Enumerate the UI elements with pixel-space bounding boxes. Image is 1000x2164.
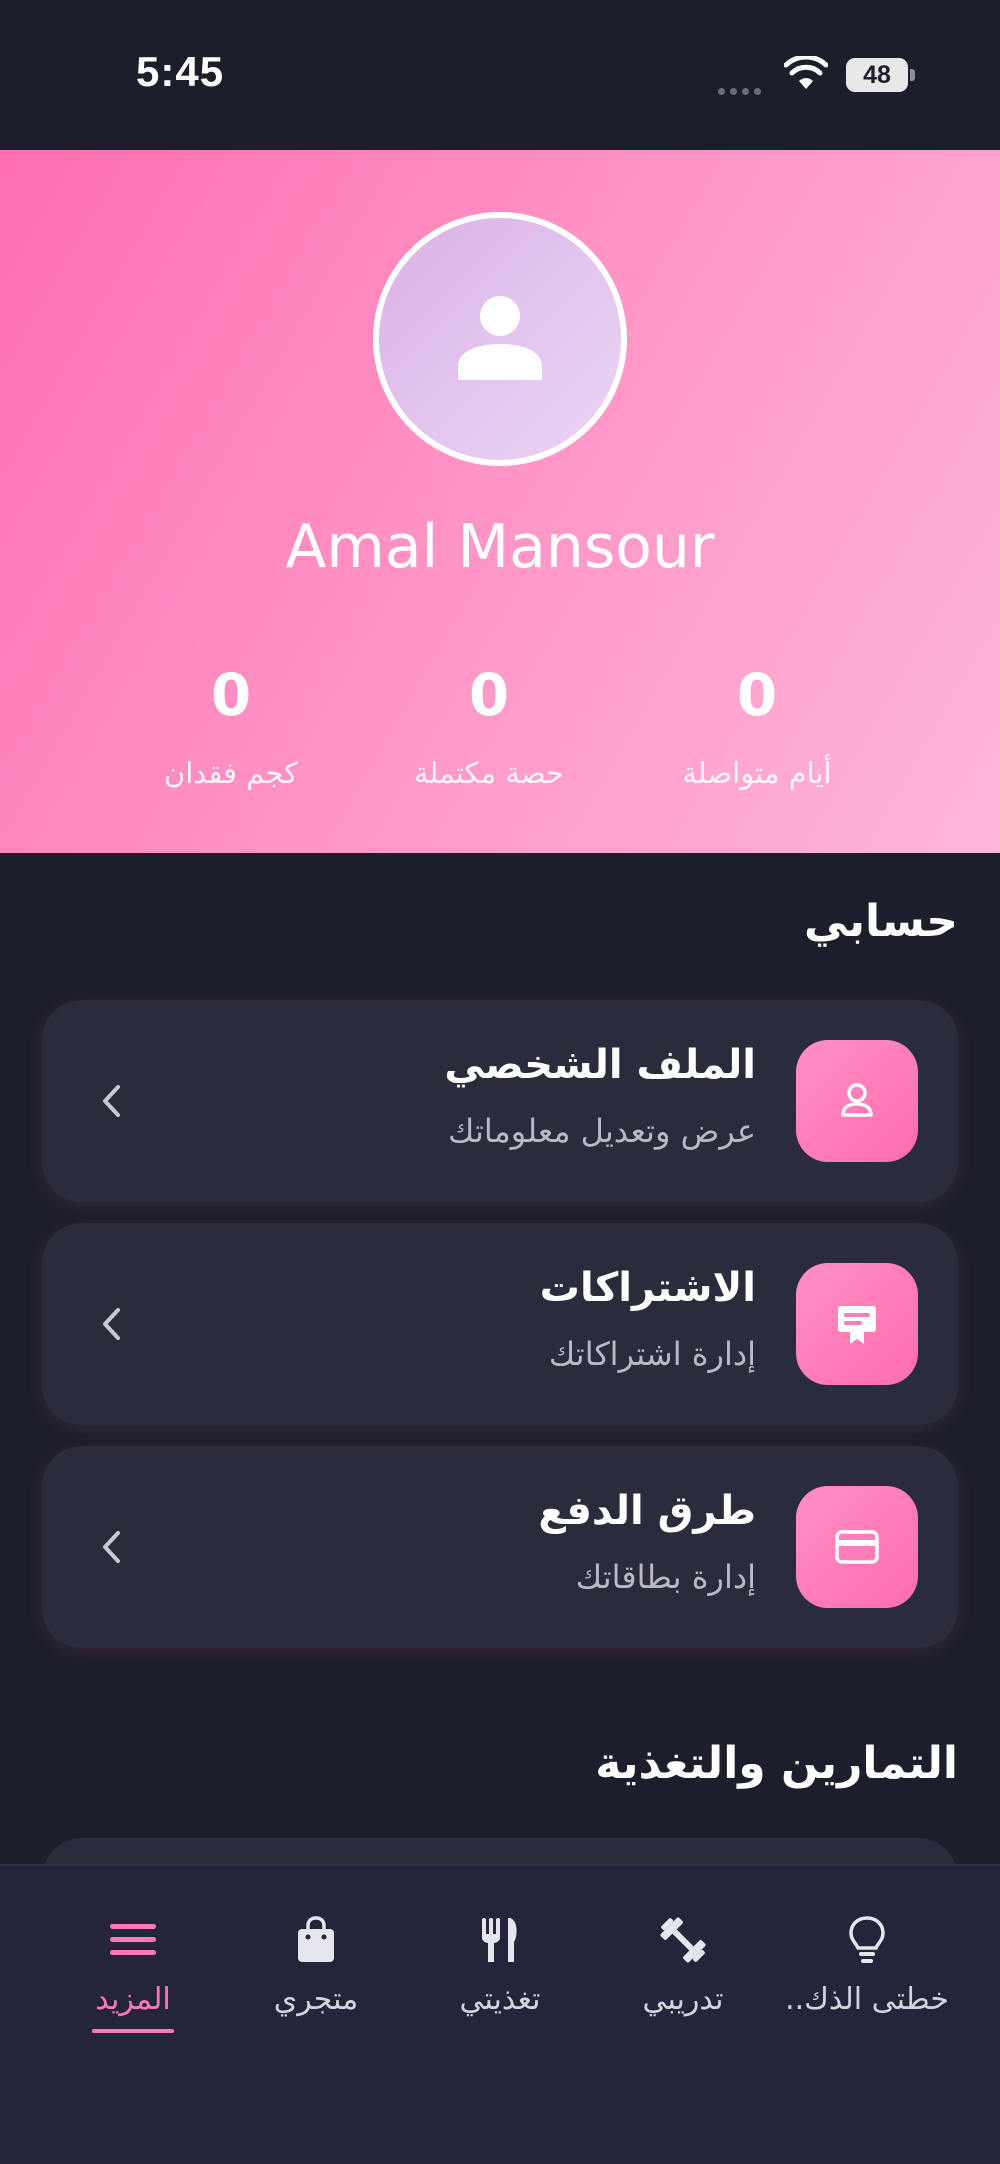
tab-label: المزيد (95, 1982, 171, 2017)
wifi-icon (784, 56, 828, 89)
profile-header: Amal Mansour 0 أيام متواصلة 0 حصة مكتملة… (0, 150, 1000, 853)
menu-item-payment-methods[interactable]: طرق الدفع إدارة بطاقاتك (42, 1446, 958, 1648)
tab-store[interactable]: متجري (216, 1914, 416, 2017)
dumbbell-icon (660, 1917, 706, 1963)
stat-value: 0 (468, 661, 510, 729)
user-avatar-icon (458, 296, 542, 380)
tab-label: متجري (273, 1982, 359, 2017)
lightbulb-icon (849, 1916, 885, 1963)
tab-more[interactable]: المزيد (33, 1914, 233, 2033)
credit-card-icon (835, 1530, 879, 1564)
user-icon (841, 1083, 873, 1117)
stat-kg-lost: 0 كجم فقدان (121, 660, 341, 790)
icon-badge (796, 1486, 918, 1608)
chevron-left-icon (103, 1085, 120, 1117)
menu-item-subtitle: إدارة بطاقاتك (575, 1558, 756, 1596)
stat-label: كجم فقدان (163, 756, 299, 790)
stat-streak-days: 0 أيام متواصلة (647, 660, 867, 790)
tab-label: خطتى الذك.. (785, 1982, 949, 2017)
stat-label: أيام متواصلة (682, 756, 832, 790)
shopping-bag-icon (298, 1916, 334, 1962)
stat-value: 0 (736, 661, 778, 729)
menu-item-subtitle: إدارة اشتراكاتك (548, 1335, 756, 1373)
certificate-icon (838, 1306, 876, 1344)
battery-icon: 48 (846, 58, 916, 92)
active-tab-indicator (92, 2029, 174, 2033)
menu-item-title: الملف الشخصي (444, 1042, 756, 1088)
menu-item-title: طرق الدفع (538, 1488, 756, 1534)
menu-item-subtitle: عرض وتعديل معلوماتك (448, 1112, 756, 1150)
stat-completed-sessions: 0 حصة مكتملة (379, 660, 599, 790)
tab-smart-plan[interactable]: خطتى الذك.. (767, 1914, 967, 2017)
stat-value: 0 (210, 661, 252, 729)
stat-label: حصة مكتملة (413, 756, 565, 790)
utensils-icon (482, 1918, 517, 1962)
menu-icon (110, 1924, 156, 1955)
icon-badge (796, 1040, 918, 1162)
menu-item-subscriptions[interactable]: الاشتراكات إدارة اشتراكاتك (42, 1223, 958, 1425)
menu-item-title: الاشتراكات (539, 1265, 756, 1311)
profile-name: Amal Mansour (285, 512, 715, 582)
bottom-tab-bar: خطتى الذك.. تدريبي تغذيتي متجري المزيد (0, 1864, 1000, 2164)
tab-label: تدريبي (642, 1982, 724, 2017)
section-title-account: حسابي (803, 896, 958, 947)
tab-label: تغذيتي (459, 1982, 541, 2017)
menu-item-profile[interactable]: الملف الشخصي عرض وتعديل معلوماتك (42, 1000, 958, 1202)
icon-badge (796, 1263, 918, 1385)
chevron-left-icon (103, 1308, 120, 1340)
status-bar: 5:45 48 (0, 0, 1000, 150)
section-title-training-nutrition: التمارين والتغذية (595, 1738, 958, 1789)
tab-training[interactable]: تدريبي (583, 1914, 783, 2017)
avatar[interactable] (373, 212, 627, 466)
chevron-left-icon (103, 1531, 120, 1563)
battery-level: 48 (846, 58, 908, 92)
status-time: 5:45 (136, 48, 225, 95)
tab-nutrition[interactable]: تغذيتي (400, 1914, 600, 2017)
cellular-signal-icon (718, 80, 766, 99)
